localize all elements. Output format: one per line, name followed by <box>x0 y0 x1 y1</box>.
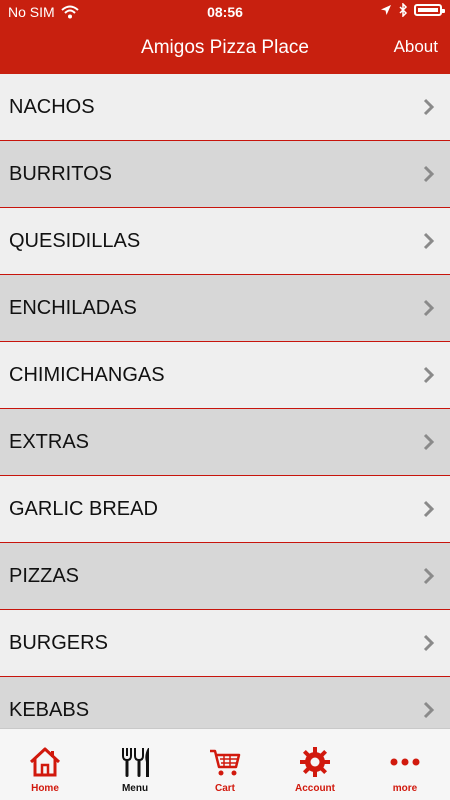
chevron-right-icon <box>423 567 435 585</box>
tab-home[interactable]: Home <box>0 729 90 800</box>
tab-more[interactable]: more <box>360 729 450 800</box>
more-dots-icon <box>390 758 420 766</box>
list-item-kebabs[interactable]: KEBABS <box>0 677 450 728</box>
tab-menu[interactable]: Menu <box>90 729 180 800</box>
list-item-quesidillas[interactable]: QUESIDILLAS <box>0 208 450 275</box>
list-item-garlic-bread[interactable]: GARLIC BREAD <box>0 476 450 543</box>
chevron-right-icon <box>423 500 435 518</box>
location-arrow-icon <box>381 5 391 15</box>
home-icon <box>29 747 61 777</box>
gear-icon <box>300 747 330 777</box>
fork-knife-icon <box>122 748 149 777</box>
list-item-label: KEBABS <box>9 698 90 721</box>
list-item-nachos[interactable]: NACHOS <box>0 74 450 141</box>
list-item-label: NACHOS <box>9 95 95 118</box>
chevron-right-icon <box>423 98 435 116</box>
nav-bar: Amigos Pizza Place About <box>0 24 450 74</box>
chevron-right-icon <box>423 232 435 250</box>
cart-icon <box>210 749 241 776</box>
menu-list: NACHOS BURRITOS QUESIDILLAS ENCHILADAS C… <box>0 74 450 728</box>
tab-account[interactable]: Account <box>270 729 360 800</box>
chevron-right-icon <box>423 433 435 451</box>
list-item-label: BURGERS <box>9 631 108 654</box>
chevron-right-icon <box>423 701 435 719</box>
chevron-right-icon <box>423 165 435 183</box>
list-item-label: ENCHILADAS <box>9 296 137 319</box>
list-item-pizzas[interactable]: PIZZAS <box>0 543 450 610</box>
list-item-label: BURRITOS <box>9 162 112 185</box>
tab-cart[interactable]: Cart <box>180 729 270 800</box>
battery-icon <box>414 4 445 16</box>
list-item-burgers[interactable]: BURGERS <box>0 610 450 677</box>
header: No SIM 08:56 Amigos Pizza Place About <box>0 0 450 74</box>
list-item-label: EXTRAS <box>9 430 90 453</box>
chevron-right-icon <box>423 366 435 384</box>
tab-label: more <box>392 783 418 794</box>
list-item-label: CHIMICHANGAS <box>9 363 165 386</box>
list-item-burritos[interactable]: BURRITOS <box>0 141 450 208</box>
list-item-label: QUESIDILLAS <box>9 229 141 252</box>
list-item-label: GARLIC BREAD <box>9 497 158 520</box>
app-screen: No SIM 08:56 Amigos Pizza Place About NA… <box>0 0 450 800</box>
about-button[interactable]: About <box>394 37 438 57</box>
list-item-chimichangas[interactable]: CHIMICHANGAS <box>0 342 450 409</box>
status-right <box>380 3 445 17</box>
chevron-right-icon <box>423 634 435 652</box>
chevron-right-icon <box>423 299 435 317</box>
page-title: Amigos Pizza Place <box>141 37 309 58</box>
list-item-extras[interactable]: EXTRAS <box>0 409 450 476</box>
list-item-enchiladas[interactable]: ENCHILADAS <box>0 275 450 342</box>
tab-label: Cart <box>214 783 235 794</box>
status-bar: No SIM 08:56 <box>0 0 450 24</box>
bluetooth-icon <box>399 3 408 17</box>
tab-label: Menu <box>121 783 149 794</box>
tab-label: Account <box>295 783 335 794</box>
tab-label: Home <box>31 783 59 794</box>
tab-bar: Home Menu Cart Account more <box>0 728 450 800</box>
list-item-label: PIZZAS <box>9 564 80 587</box>
